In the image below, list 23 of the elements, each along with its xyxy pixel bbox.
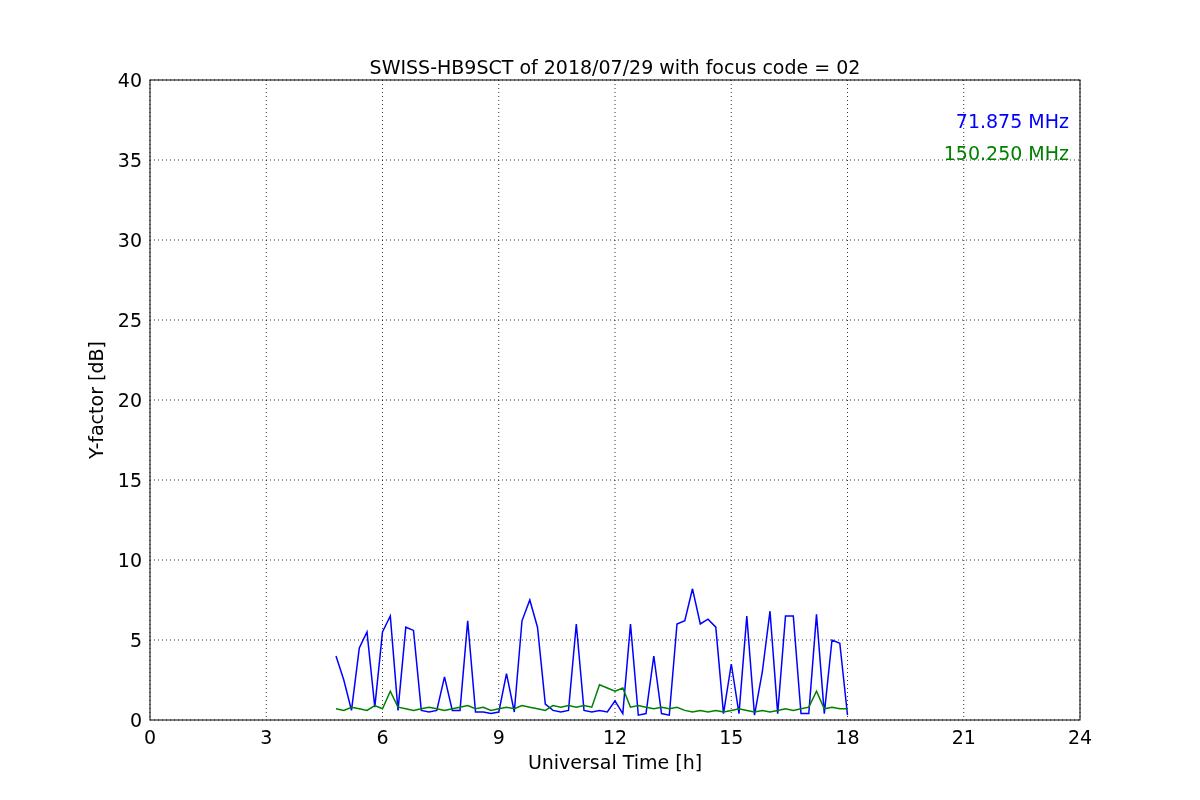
tick-label: 15 (117, 469, 142, 491)
tick-label: 12 (602, 726, 628, 748)
tick-label: 15 (719, 726, 744, 748)
tick-label: 10 (117, 549, 142, 571)
tick-label: 20 (117, 389, 142, 411)
legend-label: 71.875 MHz (955, 110, 1069, 132)
tick-label: 6 (376, 726, 389, 748)
tick-label: 30 (117, 229, 142, 251)
tick-label: 0 (143, 726, 157, 748)
tick-label: 5 (129, 629, 142, 651)
tick-label: 18 (835, 726, 860, 748)
legend-label: 150.250 MHz (943, 142, 1069, 164)
tick-label: 3 (260, 726, 273, 748)
tick-label: 25 (117, 309, 142, 331)
chart-title: SWISS-HB9SCT of 2018/07/29 with focus code = 02 (369, 56, 861, 78)
tick-label: 21 (951, 726, 976, 748)
axis-label: Universal Time [h] (527, 751, 703, 773)
tick-label: 9 (492, 726, 505, 748)
tick-label: 0 (129, 709, 142, 731)
tick-label: 24 (1067, 726, 1093, 748)
axis-label: Y-factor [dB] (85, 341, 107, 459)
tick-label: 40 (117, 69, 142, 91)
tick-label: 35 (117, 149, 142, 171)
